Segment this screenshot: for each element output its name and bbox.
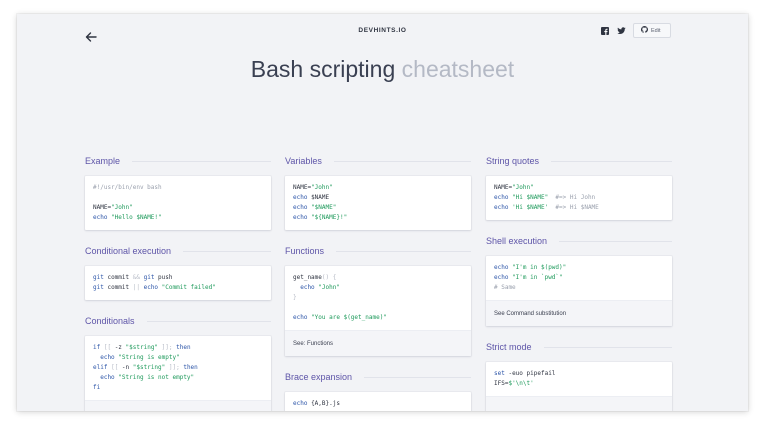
heading-rule xyxy=(364,376,471,378)
section-strict-mode: Strict mode set -euo pipefail IFS=$'\n\t' xyxy=(486,341,672,411)
section-heading[interactable]: String quotes xyxy=(486,155,672,167)
code-card: git commit && git push git commit || echo… xyxy=(85,266,271,300)
code-block: echo "I'm in $(pwd)" echo "I'm in `pwd`" #… xyxy=(494,264,567,291)
section-heading[interactable]: Conditional execution xyxy=(85,245,271,257)
code-card: echo "I'm in $(pwd)" echo "I'm in `pwd`" #… xyxy=(486,256,672,326)
facebook-icon[interactable] xyxy=(600,26,610,36)
code-card: set -euo pipefail IFS=$'\n\t' xyxy=(486,362,672,411)
code-block: echo {A,B}.js xyxy=(293,400,340,407)
page-title: Bash scripting cheatsheet xyxy=(17,56,748,83)
heading-rule xyxy=(551,160,672,162)
functions-see-link[interactable]: See: Functions xyxy=(293,341,333,347)
section-heading[interactable]: Functions xyxy=(285,245,471,257)
section-heading[interactable]: Conditionals xyxy=(85,315,271,327)
code-card: echo {A,B}.js xyxy=(285,392,471,411)
section-heading[interactable]: Example xyxy=(85,155,271,167)
heading-rule xyxy=(183,250,271,252)
card-footer xyxy=(486,396,672,411)
code-block: NAME="John" echo $NAME echo "$NAME" echo "$… xyxy=(293,184,348,221)
card-footer: See Command substitution xyxy=(486,300,672,326)
section-string-quotes: String quotes NAME="John" echo "Hi $NAME"… xyxy=(486,155,672,220)
section-conditional-execution: Conditional execution git commit && git … xyxy=(85,245,271,300)
section-functions: Functions get_name() { echo "John"} echo… xyxy=(285,245,471,356)
code-block: get_name() { echo "John"} echo "You are … xyxy=(293,274,387,321)
twitter-icon[interactable] xyxy=(616,26,626,36)
code-block: NAME="John" echo "Hi $NAME" #=> Hi John ec… xyxy=(494,184,599,211)
section-example: Example #!/usr/bin/env bash NAME="John" e… xyxy=(85,155,271,230)
section-heading[interactable]: Brace expansion xyxy=(285,371,471,383)
code-card: NAME="John" echo $NAME echo "$NAME" echo "$… xyxy=(285,176,471,230)
edit-button[interactable]: Edit xyxy=(633,23,671,38)
code-card: NAME="John" echo "Hi $NAME" #=> Hi John ec… xyxy=(486,176,672,220)
code-block: git commit && git push git commit || echo… xyxy=(93,274,216,291)
column-2: Variables NAME="John" echo $NAME echo "$NA… xyxy=(285,155,471,411)
section-conditionals: Conditionals if [[ -z "$string" ]]; then… xyxy=(85,315,271,411)
heading-rule xyxy=(543,346,672,348)
code-block: #!/usr/bin/env bash NAME="John" echo "Hel… xyxy=(93,184,162,221)
section-heading[interactable]: Variables xyxy=(285,155,471,167)
code-block: set -euo pipefail IFS=$'\n\t' xyxy=(494,370,556,387)
section-heading[interactable]: Strict mode xyxy=(486,341,672,353)
code-card: get_name() { echo "John"} echo "You are … xyxy=(285,266,471,356)
column-3: String quotes NAME="John" echo "Hi $NAME"… xyxy=(486,155,672,411)
section-shell-execution: Shell execution echo "I'm in $(pwd)" echo… xyxy=(486,235,672,326)
title-main: Bash scripting xyxy=(250,56,396,82)
card-footer xyxy=(85,400,271,411)
edit-label: Edit xyxy=(651,27,661,34)
social-links xyxy=(600,26,626,36)
github-icon xyxy=(640,26,648,35)
column-1: Example #!/usr/bin/env bash NAME="John" e… xyxy=(85,155,271,411)
code-block: if [[ -z "$string" ]]; then echo "String… xyxy=(93,344,198,391)
command-substitution-link[interactable]: See Command substitution xyxy=(494,311,566,317)
section-brace-expansion: Brace expansion echo {A,B}.js xyxy=(285,371,471,411)
code-card: #!/usr/bin/env bash NAME="John" echo "Hel… xyxy=(85,176,271,230)
heading-rule xyxy=(132,160,271,162)
code-card: if [[ -z "$string" ]]; then echo "String… xyxy=(85,336,271,411)
title-muted: cheatsheet xyxy=(401,56,515,82)
section-heading[interactable]: Shell execution xyxy=(486,235,672,247)
section-variables: Variables NAME="John" echo $NAME echo "$NA… xyxy=(285,155,471,230)
heading-rule xyxy=(146,320,271,322)
heading-rule xyxy=(336,250,471,252)
heading-rule xyxy=(559,240,672,242)
card-footer: See: Functions xyxy=(285,330,471,356)
page-frame: DEVHINTS.IO Edit Bash scripting cheatshe… xyxy=(17,14,748,411)
heading-rule xyxy=(333,160,471,162)
